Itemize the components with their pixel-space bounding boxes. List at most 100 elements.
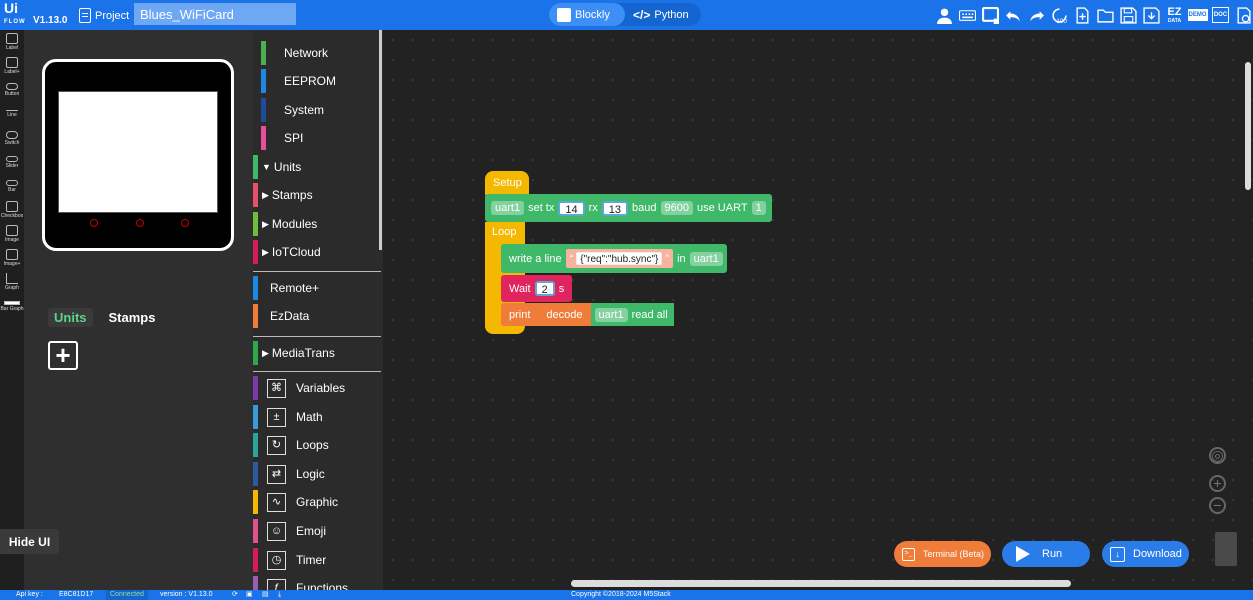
category-color-bar (253, 433, 258, 457)
refresh-icon[interactable]: ⟳ (232, 590, 238, 600)
save-icon[interactable] (1119, 4, 1138, 26)
workspace-vertical-scrollbar[interactable] (1245, 62, 1251, 190)
download-save-icon[interactable] (1142, 4, 1161, 26)
user-icon[interactable] (935, 4, 954, 26)
category-iotcloud[interactable]: ▶ IoTCloud (253, 238, 381, 266)
uart-write-line-block[interactable]: write a line “ {"req":"hub.sync"} ” in u… (501, 244, 727, 273)
category-timer[interactable]: ◷ Timer (253, 546, 381, 574)
wait-seconds-input[interactable]: 2 (534, 281, 555, 296)
demo-icon[interactable]: DEMO (1187, 4, 1208, 26)
baud-dropdown[interactable]: 9600 (660, 201, 694, 215)
category-scrollbar[interactable] (379, 30, 382, 250)
category-stamps[interactable]: ▶ Stamps (253, 181, 381, 209)
category-units[interactable]: ▼ Units (253, 153, 381, 181)
string-value-input[interactable]: {"req":"hub.sync"} (576, 252, 663, 265)
project-name-input[interactable] (134, 3, 296, 25)
category-emoji[interactable]: ☺ Emoji (253, 517, 381, 545)
run-button[interactable]: Run (1002, 541, 1090, 567)
open-folder-icon[interactable] (1096, 4, 1115, 26)
connection-status: Connected (106, 590, 148, 600)
category-mediatrans[interactable]: ▶ MediaTrans (253, 339, 381, 367)
python-mode-button[interactable]: </> Python (625, 3, 697, 26)
line-tool[interactable]: Line (0, 102, 24, 126)
app-version: V1.13.0 (33, 15, 68, 26)
rx-pin-input[interactable]: 13 (601, 200, 629, 216)
category-variables[interactable]: ⌘ Variables (253, 374, 381, 402)
string-block[interactable]: “ {"req":"hub.sync"} ” (565, 249, 674, 268)
download-icon[interactable]: ⤓ (278, 590, 281, 600)
uart-dropdown[interactable]: uart1 (594, 307, 628, 322)
new-file-icon[interactable] (1073, 4, 1092, 26)
device-button-b[interactable] (136, 219, 144, 227)
tx-pin-input[interactable]: 14 (558, 200, 585, 216)
save-icon[interactable]: ▣ (246, 590, 253, 600)
expanded-triangle-icon: ▼ (262, 162, 271, 172)
hide-ui-button[interactable]: Hide UI (0, 529, 59, 554)
uart-dropdown[interactable]: uart1 (689, 251, 723, 266)
undo-icon[interactable] (1004, 4, 1023, 26)
image-tool[interactable]: Image (0, 222, 24, 246)
uart-read-block[interactable]: uart1 read all (590, 303, 674, 326)
blockly-mode-button[interactable]: Blockly (549, 3, 625, 26)
trash-icon[interactable] (1215, 532, 1237, 566)
slider-tool[interactable]: Slider (0, 150, 24, 174)
switch-tool[interactable]: Switch (0, 126, 24, 150)
category-modules[interactable]: ▶ Modules (253, 210, 381, 238)
category-eeprom[interactable]: EEPROM (253, 67, 381, 95)
screen-icon[interactable] (981, 4, 1000, 26)
workspace-horizontal-scrollbar[interactable] (571, 580, 1071, 587)
tab-stamps[interactable]: Stamps (103, 308, 162, 327)
recenter-icon[interactable]: ◎ (1209, 447, 1226, 464)
keyboard-icon[interactable] (958, 4, 977, 26)
graph-tool[interactable]: Graph (0, 270, 24, 294)
uart-init-block[interactable]: uart1 set tx 14 rx 13 baud 9600 use UART… (485, 194, 772, 222)
wait-block[interactable]: Wait 2 s (501, 275, 573, 302)
category-color-bar (253, 576, 258, 590)
download-icon: ↓ (1110, 546, 1125, 562)
tab-units[interactable]: Units (48, 308, 93, 327)
device-button-c[interactable] (181, 219, 189, 227)
category-spi[interactable]: SPI (253, 124, 381, 152)
print-block[interactable]: print decode uart1 read all (501, 303, 674, 326)
file-icon[interactable]: ▤ (262, 590, 269, 600)
checkbox-tool[interactable]: Checkbox (0, 198, 24, 222)
project-button[interactable]: Project (79, 8, 129, 23)
category-functions[interactable]: ƒ Functions (253, 574, 381, 590)
zoom-out-icon[interactable]: − (1209, 497, 1226, 514)
category-graphic[interactable]: ∿ Graphic (253, 488, 381, 516)
category-logic[interactable]: ⇄ Logic (253, 460, 381, 488)
category-ezdata[interactable]: EzData (253, 302, 381, 330)
label-tool[interactable]: Label (0, 30, 24, 54)
label-plus-tool[interactable]: Label+ (0, 54, 24, 78)
uart-dropdown[interactable]: uart1 (491, 201, 525, 215)
bar-graph-tool[interactable]: Bar Graph (0, 294, 24, 318)
timer-100-icon[interactable]: 100 (1050, 4, 1069, 26)
zoom-in-icon[interactable]: + (1209, 475, 1226, 492)
button-tool[interactable]: Button (0, 78, 24, 102)
category-math[interactable]: ± Math (253, 403, 381, 431)
python-label: Python (654, 8, 689, 21)
setup-block[interactable]: Setup (485, 171, 529, 195)
redo-icon[interactable] (1027, 4, 1046, 26)
category-network[interactable]: Network (253, 39, 381, 67)
settings-icon[interactable] (1234, 4, 1253, 26)
device-frame (42, 59, 234, 251)
add-unit-button[interactable]: + (48, 341, 78, 370)
ezdata-icon[interactable]: EZ DATA (1165, 4, 1184, 26)
category-system[interactable]: System (253, 96, 381, 124)
download-button[interactable]: ↓ Download (1102, 541, 1189, 567)
uart-number-dropdown[interactable]: 1 (751, 201, 766, 215)
device-preview-panel: Units Stamps + (24, 30, 253, 590)
footer-version: version : V1.13.0 (160, 591, 213, 598)
emoji-icon: ☺ (267, 521, 286, 541)
category-remote-plus[interactable]: Remote+ (253, 274, 381, 302)
terminal-button[interactable]: >_ Terminal (Beta) (894, 541, 991, 567)
image-plus-tool[interactable]: Image+ (0, 246, 24, 270)
device-screen[interactable] (58, 91, 218, 213)
blockly-workspace[interactable]: Setup uart1 set tx 14 rx 13 baud 9600 us… (383, 30, 1253, 590)
category-loops[interactable]: ↻ Loops (253, 431, 381, 459)
category-color-bar (261, 98, 266, 122)
doc-icon[interactable]: DOC (1211, 4, 1230, 26)
bar-tool[interactable]: Bar (0, 174, 24, 198)
device-button-a[interactable] (90, 219, 98, 227)
